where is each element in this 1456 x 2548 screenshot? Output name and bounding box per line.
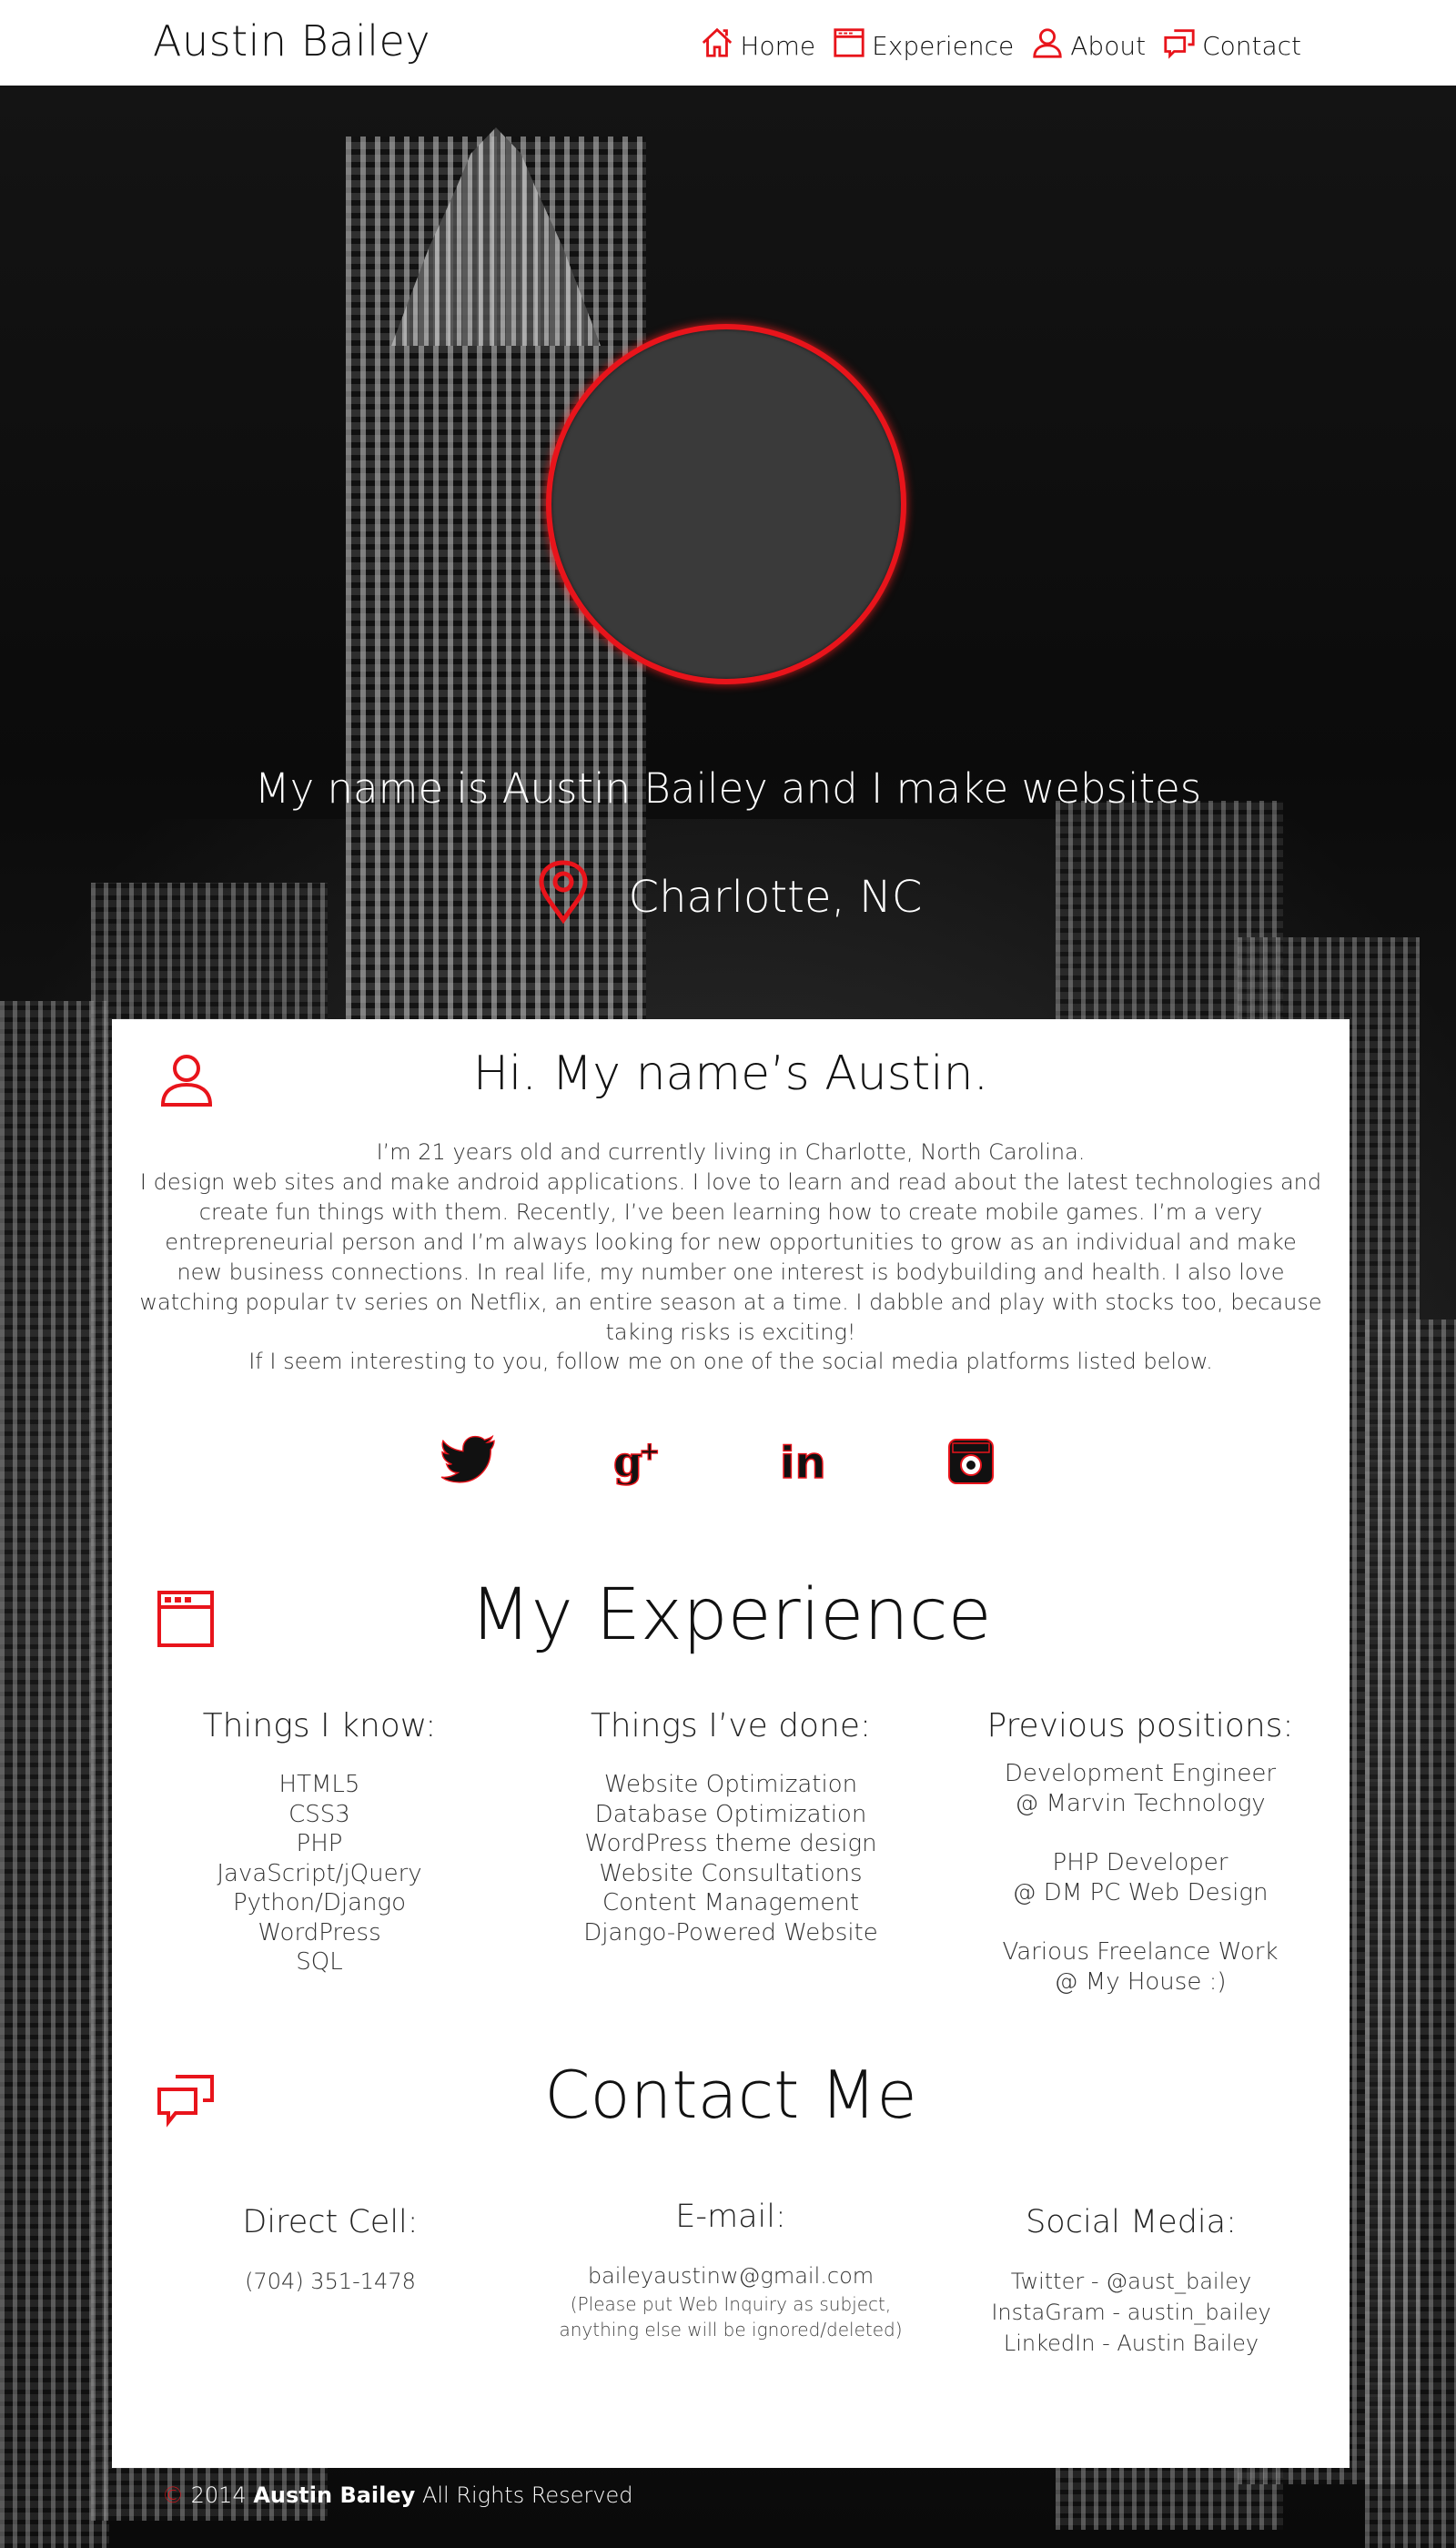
footer-name: Austin Bailey	[253, 2482, 416, 2508]
list-item: HTML5	[278, 1771, 360, 1798]
list-item: JavaScript/jQuery	[217, 1859, 422, 1887]
map-pin-icon	[534, 860, 592, 935]
nav-home-label: Home	[740, 31, 816, 61]
site-footer: © 2014 Austin Bailey All Rights Reserved	[162, 2482, 633, 2508]
linkedin-icon[interactable]: in	[774, 1431, 833, 1490]
footer-rights: All Rights Reserved	[421, 2482, 633, 2508]
about-text: I’m 21 years old and currently living in…	[139, 1138, 1322, 1348]
about-heading: Hi. My name’s Austin.	[472, 1046, 989, 1101]
email-note: (Please put Web Inquiry as subject, anyt…	[559, 2293, 903, 2341]
nav-experience-link[interactable]: Experience	[832, 25, 1014, 66]
instagram-handle[interactable]: InstaGram - austin_bailey	[967, 2297, 1295, 2328]
position-role: Various Freelance Work	[1002, 1938, 1279, 1966]
contact-heading: Contact Me	[544, 2057, 917, 2133]
copyright-icon: ©	[162, 2482, 184, 2508]
list-item: Website Consultations	[599, 1859, 863, 1887]
position-item: PHP Developer @ DM PC Web Design	[949, 1848, 1331, 1908]
position-role: PHP Developer	[1052, 1849, 1228, 1876]
list-item: Content Management	[602, 1889, 860, 1916]
social-media-heading: Social Media:	[1026, 2204, 1237, 2240]
linkedin-handle[interactable]: LinkedIn - Austin Bailey	[967, 2328, 1295, 2359]
position-place: @ DM PC Web Design	[1012, 1879, 1269, 1906]
svg-text:in: in	[780, 1438, 826, 1489]
site-brand[interactable]: Austin Bailey	[153, 16, 430, 66]
social-media-column: Social Media: Twitter - @aust_bailey Ins…	[967, 2204, 1295, 2359]
hero-tagline: My name is Austin Bailey and I make webs…	[254, 764, 1202, 813]
profile-avatar	[546, 324, 906, 684]
things-done-column: Things I’ve done: Website Optimization D…	[549, 1707, 913, 1947]
hero-location: Charlotte, NC	[0, 860, 1456, 935]
chat-bubbles-icon	[1162, 25, 1197, 66]
previous-positions-column: Previous positions: Development Engineer…	[949, 1707, 1331, 2027]
things-done-heading: Things I’ve done:	[590, 1707, 872, 1744]
experience-heading: My Experience	[470, 1574, 992, 1656]
previous-positions-heading: Previous positions:	[986, 1707, 1294, 1744]
about-intro-line: I’m 21 years old and currently living in…	[376, 1139, 1086, 1165]
nav-about-link[interactable]: About	[1030, 25, 1146, 66]
about-follow-text: If I seem interesting to you, follow me …	[248, 1349, 1213, 1374]
twitter-handle[interactable]: Twitter - @aust_bailey	[967, 2266, 1295, 2297]
email-heading: E-mail:	[675, 2199, 786, 2235]
nav-experience-label: Experience	[872, 31, 1015, 61]
content-panel: Hi. My name’s Austin. I’m 21 years old a…	[112, 1019, 1350, 2468]
top-navbar: Austin Bailey Home Experience About Cont…	[0, 0, 1456, 86]
svg-text:+: +	[639, 1436, 660, 1466]
instagram-icon[interactable]	[942, 1431, 1000, 1489]
position-place: @ My House :)	[1054, 1968, 1227, 1996]
browser-window-icon	[832, 25, 866, 66]
direct-cell-column: Direct Cell: (704) 351-1478	[176, 2204, 485, 2297]
location-text: Charlotte, NC	[628, 872, 923, 923]
nav-contact-link[interactable]: Contact	[1162, 25, 1301, 66]
things-i-know-heading: Things I know:	[202, 1707, 437, 1744]
position-role: Development Engineer	[1004, 1760, 1277, 1787]
nav-contact-label: Contact	[1202, 31, 1301, 61]
things-i-know-column: Things I know: HTML5 CSS3 PHP JavaScript…	[167, 1707, 472, 1977]
list-item: CSS3	[288, 1800, 350, 1828]
email-column: E-mail: baileyaustinw@gmail.com (Please …	[531, 2199, 931, 2342]
list-item: SQL	[296, 1948, 343, 1976]
position-place: @ Marvin Technology	[1015, 1790, 1266, 1817]
list-item: Django-Powered Website	[583, 1918, 878, 1946]
google-plus-icon[interactable]: g +	[608, 1431, 666, 1489]
list-item: PHP	[296, 1830, 343, 1857]
email-address[interactable]: baileyaustinw@gmail.com	[531, 2260, 931, 2291]
phone-number[interactable]: (704) 351-1478	[176, 2266, 485, 2297]
nav-about-label: About	[1070, 31, 1147, 61]
about-paragraph: I design web sites and make android appl…	[139, 1169, 1322, 1345]
footer-year: 2014	[190, 2482, 247, 2508]
list-item: Database Optimization	[594, 1800, 867, 1828]
position-item: Development Engineer @ Marvin Technology	[949, 1759, 1331, 1819]
user-icon	[1030, 25, 1065, 66]
list-item: WordPress theme design	[584, 1830, 877, 1857]
main-nav: Home Experience About Contact	[700, 25, 1301, 66]
direct-cell-heading: Direct Cell:	[242, 2204, 419, 2240]
nav-home-link[interactable]: Home	[700, 25, 815, 66]
list-item: Python/Django	[232, 1889, 407, 1916]
list-item: WordPress	[258, 1918, 381, 1946]
twitter-icon[interactable]	[440, 1431, 498, 1489]
home-icon	[700, 25, 734, 66]
position-item: Various Freelance Work @ My House :)	[949, 1937, 1331, 1997]
list-item: Website Optimization	[603, 1771, 858, 1798]
